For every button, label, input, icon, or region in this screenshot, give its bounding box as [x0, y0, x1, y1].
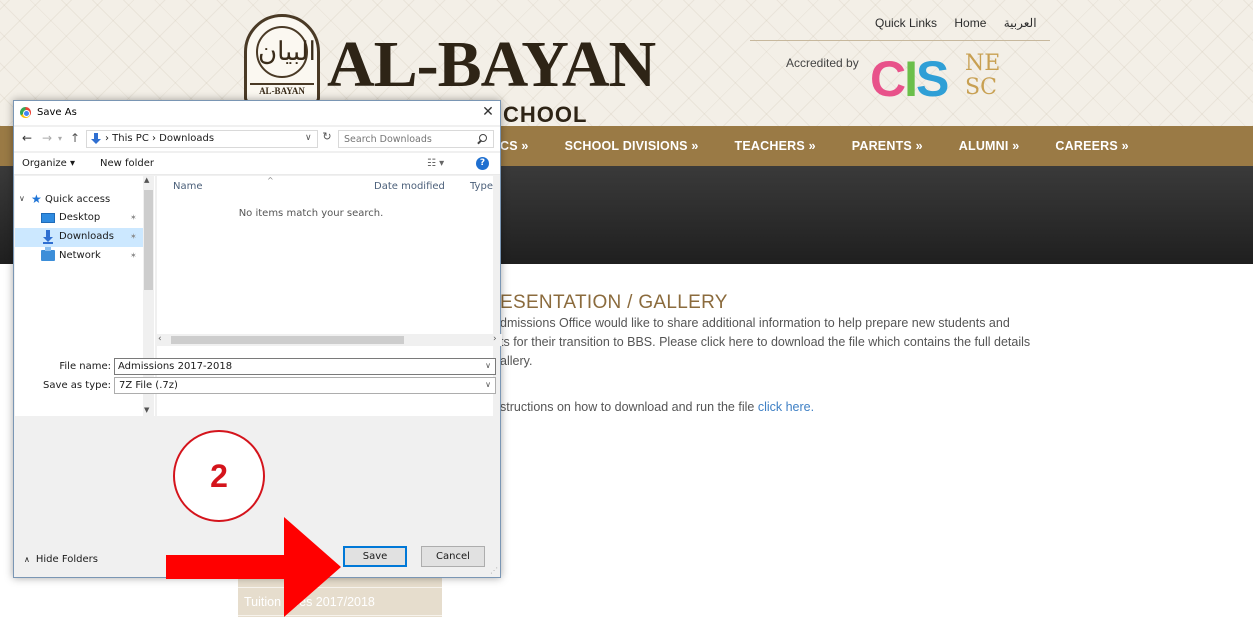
column-header-name[interactable]: Name: [173, 181, 203, 192]
sort-caret-icon: ^: [267, 176, 274, 185]
address-row: ← → ▾ ↑ › This PC › Downloads ∨ ↻: [14, 127, 500, 151]
chevron-down-icon[interactable]: ∨: [305, 133, 312, 143]
scrollbar-thumb[interactable]: [144, 190, 153, 290]
chevron-down-icon[interactable]: ∨: [485, 380, 491, 389]
sidebar-item-quick-access[interactable]: ∨ ★ Quick access: [15, 191, 143, 210]
chrome-app-icon: [20, 107, 31, 118]
brand-title[interactable]: AL-BAYAN: [327, 32, 656, 98]
hide-folders-button[interactable]: ∧ Hide Folders: [24, 554, 98, 565]
school-crest-logo[interactable]: البيان AL-BAYAN: [244, 14, 320, 104]
sidebar-item-network[interactable]: Network ✶: [15, 247, 143, 266]
page-title: ESENTATION / GALLERY: [500, 292, 728, 313]
back-arrow-icon[interactable]: ←: [22, 131, 32, 145]
scrollbar-thumb[interactable]: [171, 336, 404, 344]
body-text-line-4: structions on how to download and run th…: [500, 398, 814, 417]
close-icon[interactable]: ✕: [480, 103, 496, 121]
crest-band-text: AL-BAYAN: [250, 83, 314, 97]
header-divider: [750, 40, 1050, 41]
click-here-link[interactable]: click here.: [758, 400, 814, 414]
save-as-type-label: Save as type:: [43, 380, 111, 391]
download-icon: [43, 230, 53, 244]
chevron-down-icon[interactable]: ∨: [19, 194, 25, 203]
column-header-type[interactable]: Type: [470, 181, 493, 192]
scroll-down-icon[interactable]: ▼: [144, 406, 149, 414]
scroll-up-icon[interactable]: ▲: [144, 176, 149, 184]
view-options-icon[interactable]: ☷ ▾: [427, 158, 444, 169]
dialog-title: Save As: [37, 107, 77, 118]
search-input[interactable]: [339, 131, 469, 147]
sidebar-item-label: Quick access: [45, 194, 111, 205]
file-name-combobox[interactable]: ∨: [114, 358, 496, 375]
dialog-titlebar[interactable]: Save As ✕: [14, 101, 500, 125]
file-name-row: File name: ∨: [14, 358, 500, 378]
network-icon: [41, 247, 55, 261]
scroll-right-icon[interactable]: ›: [493, 334, 497, 344]
up-arrow-icon[interactable]: ↑: [70, 131, 80, 145]
sidebar-item-label: Desktop: [59, 212, 101, 223]
body-text-line-3: allery.: [500, 354, 533, 368]
save-type-row: Save as type: 7Z File (.7z) ∨: [14, 377, 500, 397]
instructions-text: structions on how to download and run th…: [500, 400, 758, 414]
sidebar-item-label: Network: [59, 250, 101, 261]
quick-links-link[interactable]: Quick Links: [875, 16, 937, 30]
file-name-input[interactable]: [115, 359, 475, 374]
nav-item-teachers[interactable]: TEACHERS »: [735, 139, 816, 153]
top-links: Quick Links Home العربية: [875, 16, 1051, 30]
empty-message: No items match your search.: [238, 208, 384, 219]
help-icon[interactable]: ?: [476, 157, 489, 170]
sidebar-item-desktop[interactable]: Desktop ✶: [15, 209, 143, 228]
save-as-type-value: 7Z File (.7z): [119, 380, 178, 391]
desktop-icon: [41, 213, 55, 223]
body-text-line-2: ts for their transition to BBS. Please c…: [500, 335, 1031, 349]
file-name-label: File name:: [59, 361, 111, 372]
nav-item-academics[interactable]: CS »: [500, 139, 529, 153]
recent-locations-chevron-icon[interactable]: ▾: [58, 134, 62, 143]
sidebar-item-downloads[interactable]: Downloads ✶: [15, 228, 143, 247]
cis-logo[interactable]: CIS: [870, 50, 949, 108]
forward-arrow-icon[interactable]: →: [42, 131, 52, 145]
chevron-up-icon: ∧: [24, 555, 30, 564]
organize-button[interactable]: Organize ▾: [22, 158, 75, 169]
new-folder-button[interactable]: New folder: [100, 158, 154, 169]
resize-grip-icon[interactable]: ⋰: [490, 566, 498, 575]
nav-item-school-divisions[interactable]: SCHOOL DIVISIONS »: [565, 139, 699, 153]
cancel-button[interactable]: Cancel: [421, 546, 485, 567]
save-as-type-select[interactable]: 7Z File (.7z) ∨: [114, 377, 496, 394]
pointer-arrow-icon: [166, 517, 341, 617]
chevron-down-icon[interactable]: ∨: [485, 361, 491, 370]
home-link[interactable]: Home: [954, 16, 986, 30]
horizontal-scrollbar[interactable]: ‹ ›: [155, 334, 502, 346]
crest-calligraphy: البيان: [256, 26, 316, 78]
breadcrumb[interactable]: › This PC › Downloads: [105, 133, 214, 144]
column-header-date-modified[interactable]: Date modified: [374, 181, 445, 192]
pin-icon: ✶: [130, 213, 137, 222]
pin-icon: ✶: [130, 232, 137, 241]
body-text-line-1: dmissions Office would like to share add…: [500, 316, 1010, 330]
nav-item-parents[interactable]: PARENTS »: [852, 139, 923, 153]
pin-icon: ✶: [130, 251, 137, 260]
sidebar-item-label: Downloads: [59, 231, 114, 242]
neasc-logo[interactable]: NE SC: [965, 52, 1023, 104]
hide-folders-label: Hide Folders: [35, 554, 98, 565]
accredited-by-label: Accredited by: [786, 56, 859, 70]
search-field[interactable]: [338, 130, 494, 148]
download-icon: [91, 133, 101, 145]
scroll-left-icon[interactable]: ‹: [158, 334, 162, 344]
refresh-icon[interactable]: ↻: [320, 130, 334, 146]
search-icon[interactable]: [479, 134, 487, 142]
dialog-toolbar: Organize ▾ New folder ☷ ▾ ?: [14, 153, 500, 175]
address-bar[interactable]: › This PC › Downloads ∨: [86, 130, 318, 148]
arabic-language-link[interactable]: العربية: [1004, 16, 1037, 30]
nav-item-alumni[interactable]: ALUMNI »: [959, 139, 1020, 153]
star-icon: ★: [31, 192, 42, 206]
brand-subtitle: CHOOL: [503, 102, 588, 127]
nav-item-careers[interactable]: CAREERS »: [1055, 139, 1128, 153]
